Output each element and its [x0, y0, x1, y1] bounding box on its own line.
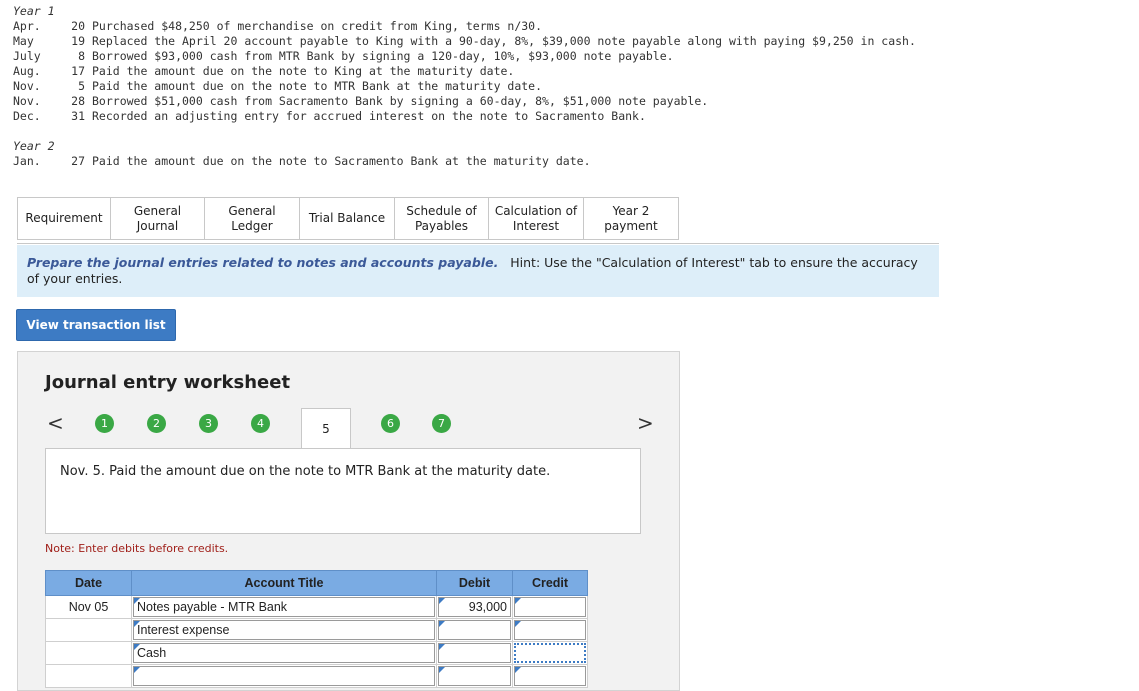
step-6-button[interactable]: 6	[381, 414, 400, 433]
transaction-row: Aug. 17 Paid the amount due on the note to…	[13, 64, 515, 78]
step-5-current[interactable]: 5	[301, 408, 351, 448]
transaction-row: Dec. 31 Recorded an adjusting entry for ac…	[13, 109, 646, 123]
credit-input[interactable]	[514, 666, 586, 686]
transaction-row: Nov. 5 Paid the amount due on the note to …	[13, 79, 543, 93]
dropdown-flag-icon	[134, 621, 140, 627]
debit-input[interactable]	[438, 620, 511, 640]
step-1-button[interactable]: 1	[95, 414, 114, 433]
transaction-row: May 19 Replaced the April 20 account payab…	[13, 34, 916, 48]
credit-cell[interactable]	[512, 641, 588, 665]
account-title-cell[interactable]	[131, 664, 437, 688]
tab-requirement[interactable]: Requirement	[17, 197, 111, 240]
debit-header: Debit	[436, 570, 513, 596]
worksheet-title: Journal entry worksheet	[45, 372, 291, 393]
dropdown-flag-icon	[439, 667, 445, 673]
instruction-text: Prepare the journal entries related to n…	[27, 255, 499, 270]
tab-calculation-of-interest[interactable]: Calculation of Interest	[488, 197, 584, 240]
debit-cell[interactable]: 93,000	[436, 595, 513, 619]
tab-trial-balance[interactable]: Trial Balance	[299, 197, 395, 240]
transaction-row: Apr. 20 Purchased $48,250 of merchandise o…	[13, 19, 543, 33]
step-2-button[interactable]: 2	[147, 414, 166, 433]
debit-input[interactable]: 93,000	[438, 597, 511, 617]
view-transaction-list-button[interactable]: View transaction list	[16, 309, 176, 341]
account-title-input[interactable]: Cash	[133, 643, 435, 663]
journal-entry-table: Date Account Title Debit Credit Nov 05 N…	[45, 570, 588, 688]
credit-cell[interactable]	[512, 595, 588, 619]
date-cell	[45, 664, 132, 688]
debit-input[interactable]	[438, 643, 511, 663]
table-row	[45, 664, 588, 688]
tab-schedule-of-payables[interactable]: Schedule of Payables	[394, 197, 489, 240]
table-row: Cash	[45, 641, 588, 665]
debit-cell[interactable]	[436, 618, 513, 642]
account-title-input[interactable]: Interest expense	[133, 620, 435, 640]
account-title-cell[interactable]: Notes payable - MTR Bank	[131, 595, 437, 619]
table-row: Interest expense	[45, 618, 588, 642]
credit-input[interactable]	[514, 597, 586, 617]
dropdown-flag-icon	[515, 621, 521, 627]
transaction-row: July 8 Borrowed $93,000 cash from MTR Bank…	[13, 49, 674, 63]
dropdown-flag-icon	[515, 598, 521, 604]
step-3-button[interactable]: 3	[199, 414, 218, 433]
year1-transactions: Apr. 20 Purchased $48,250 of merchandise o…	[13, 19, 916, 124]
date-cell	[45, 618, 132, 642]
tab-general-journal[interactable]: General Journal	[110, 197, 205, 240]
tab-general-ledger[interactable]: General Ledger	[204, 197, 300, 240]
dropdown-flag-icon	[439, 644, 445, 650]
tabs-divider	[17, 243, 939, 244]
date-cell	[45, 641, 132, 665]
dropdown-flag-icon	[439, 598, 445, 604]
debit-cell[interactable]	[436, 664, 513, 688]
dropdown-flag-icon	[134, 598, 140, 604]
tab-bar: Requirement General Journal General Ledger…	[17, 197, 679, 240]
transaction-description: Nov. 5. Paid the amount due on the note …	[45, 448, 641, 534]
instruction-banner: Prepare the journal entries related to n…	[17, 245, 939, 297]
credit-input[interactable]	[514, 620, 586, 640]
dropdown-flag-icon	[134, 667, 140, 673]
credit-input[interactable]	[514, 643, 586, 663]
date-cell: Nov 05	[45, 595, 132, 619]
tab-year2-payment[interactable]: Year 2 payment	[583, 197, 679, 240]
table-row: Nov 05 Notes payable - MTR Bank 93,000	[45, 595, 588, 619]
table-header-row: Date Account Title Debit Credit	[45, 570, 588, 596]
previous-arrow-icon[interactable]: <	[47, 413, 64, 433]
dropdown-flag-icon	[515, 667, 521, 673]
step-4-button[interactable]: 4	[251, 414, 270, 433]
year1-label: Year 1	[13, 4, 55, 18]
step-7-button[interactable]: 7	[432, 414, 451, 433]
date-header: Date	[45, 570, 132, 596]
account-title-header: Account Title	[131, 570, 437, 596]
credit-header: Credit	[512, 570, 588, 596]
year2-transactions: Jan. 27 Paid the amount due on the note to…	[13, 154, 591, 169]
dropdown-flag-icon	[439, 621, 445, 627]
account-title-input[interactable]: Notes payable - MTR Bank	[133, 597, 435, 617]
year2-label: Year 2	[13, 139, 55, 153]
debit-input[interactable]	[438, 666, 511, 686]
account-title-input[interactable]	[133, 666, 435, 686]
credit-cell[interactable]	[512, 664, 588, 688]
account-title-cell[interactable]: Cash	[131, 641, 437, 665]
debits-note: Note: Enter debits before credits.	[45, 542, 229, 555]
transaction-row: Jan. 27 Paid the amount due on the note to…	[13, 154, 591, 168]
account-title-cell[interactable]: Interest expense	[131, 618, 437, 642]
next-arrow-icon[interactable]: >	[637, 413, 654, 433]
credit-cell[interactable]	[512, 618, 588, 642]
debit-cell[interactable]	[436, 641, 513, 665]
transaction-row: Nov. 28 Borrowed $51,000 cash from Sacrame…	[13, 94, 709, 108]
dropdown-flag-icon	[134, 644, 140, 650]
